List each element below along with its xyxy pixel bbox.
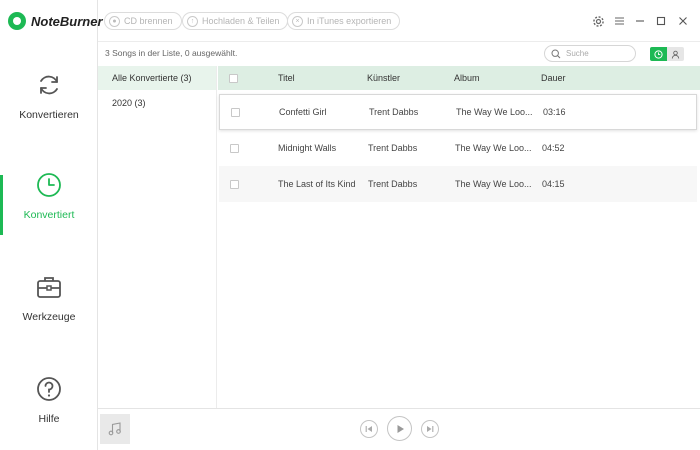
search-input[interactable] [566,49,630,58]
upload-share-label: Hochladen & Teilen [202,16,280,26]
category-all-converted[interactable]: Alle Konvertierte (3) [98,66,216,90]
toolbar: ● CD brennen ↑ Hochladen & Teilen × In i… [98,0,700,42]
column-title[interactable]: Titel [248,73,367,83]
burn-cd-label: CD brennen [124,16,173,26]
maximize-icon[interactable] [653,13,669,29]
songs-table: Titel Künstler Album Dauer Confetti Girl… [218,66,700,408]
table-row[interactable]: The Last of Its Kind Trent Dabbs The Way… [219,166,697,202]
search-icon [551,48,561,58]
category-year[interactable]: 2020 (3) [98,91,216,115]
song-album: The Way We Loo... [456,107,533,117]
song-album: The Way We Loo... [455,179,532,189]
app-logo: NoteBurner [8,11,103,31]
song-duration: 04:52 [542,143,565,153]
sidebar-item-label: Konvertiert [23,209,75,221]
sidebar-item-label: Werkzeuge [22,311,76,323]
song-title: Midnight Walls [278,143,337,153]
upload-icon: ↑ [187,15,198,27]
table-header: Titel Künstler Album Dauer [218,66,700,90]
view-by-artist-button[interactable] [667,47,684,61]
search-box[interactable] [544,45,636,62]
burn-cd-button[interactable]: ● CD brennen [104,12,182,30]
noteburner-logo-icon [8,12,26,30]
sidebar-item-konvertieren[interactable]: Konvertieren [0,45,98,147]
song-title: Confetti Girl [279,107,327,117]
close-icon[interactable] [675,13,691,29]
play-icon [397,424,404,433]
cd-icon: ● [109,15,120,27]
song-duration: 03:16 [543,107,566,117]
column-album[interactable]: Album [454,73,541,83]
sidebar-item-werkzeuge[interactable]: Werkzeuge [0,247,98,349]
table-row[interactable]: Midnight Walls Trent Dabbs The Way We Lo… [219,130,697,166]
skip-next-icon [427,426,434,432]
toolbox-icon [37,277,61,298]
album-cover [100,414,130,444]
sidebar-item-label: Konvertieren [19,109,79,121]
refresh-icon [40,75,58,95]
sidebar-item-label: Hilfe [38,413,60,425]
view-toggle [650,47,684,61]
export-itunes-button[interactable]: × In iTunes exportieren [287,12,401,30]
song-duration: 04:15 [542,179,565,189]
sidebar: NoteBurner Konvertieren Konvertiert Werk… [0,0,103,450]
selection-status: 3 Songs in der Liste, 0 ausgewählt. [105,48,238,58]
person-icon [671,50,680,59]
row-checkbox[interactable] [229,143,239,153]
select-all-checkbox[interactable] [228,73,238,83]
help-icon [37,377,61,401]
category-label: Alle Konvertierte (3) [112,73,192,83]
upload-share-button[interactable]: ↑ Hochladen & Teilen [182,12,289,30]
song-artist: Trent Dabbs [369,107,419,117]
export-icon: × [292,15,303,27]
song-artist: Trent Dabbs [368,179,418,189]
list-header: 3 Songs in der Liste, 0 ausgewählt. [98,42,700,66]
minimize-icon[interactable] [632,13,648,29]
next-button[interactable] [421,420,439,438]
clock-icon [37,173,61,197]
column-artist[interactable]: Künstler [367,73,454,83]
song-album: The Way We Loo... [455,143,532,153]
music-note-icon [108,422,121,436]
export-itunes-label: In iTunes exportieren [307,16,392,26]
app-name: NoteBurner [31,13,103,29]
column-duration[interactable]: Dauer [541,73,601,83]
category-label: 2020 (3) [112,98,146,108]
song-artist: Trent Dabbs [368,143,418,153]
row-checkbox[interactable] [229,179,239,189]
view-by-time-button[interactable] [650,47,667,61]
skip-previous-icon [365,426,372,432]
previous-button[interactable] [360,420,378,438]
menu-icon[interactable] [611,13,627,29]
song-title: The Last of Its Kind [278,179,356,189]
player-bar [98,408,700,450]
category-list: Alle Konvertierte (3) 2020 (3) [98,66,217,408]
settings-gear-icon[interactable] [590,13,606,29]
row-checkbox[interactable] [230,107,240,117]
play-button[interactable] [387,416,412,441]
sidebar-item-konvertiert[interactable]: Konvertiert [0,145,98,247]
table-row[interactable]: Confetti Girl Trent Dabbs The Way We Loo… [219,94,697,130]
sidebar-item-hilfe[interactable]: Hilfe [0,349,98,450]
clock-icon [654,49,663,59]
